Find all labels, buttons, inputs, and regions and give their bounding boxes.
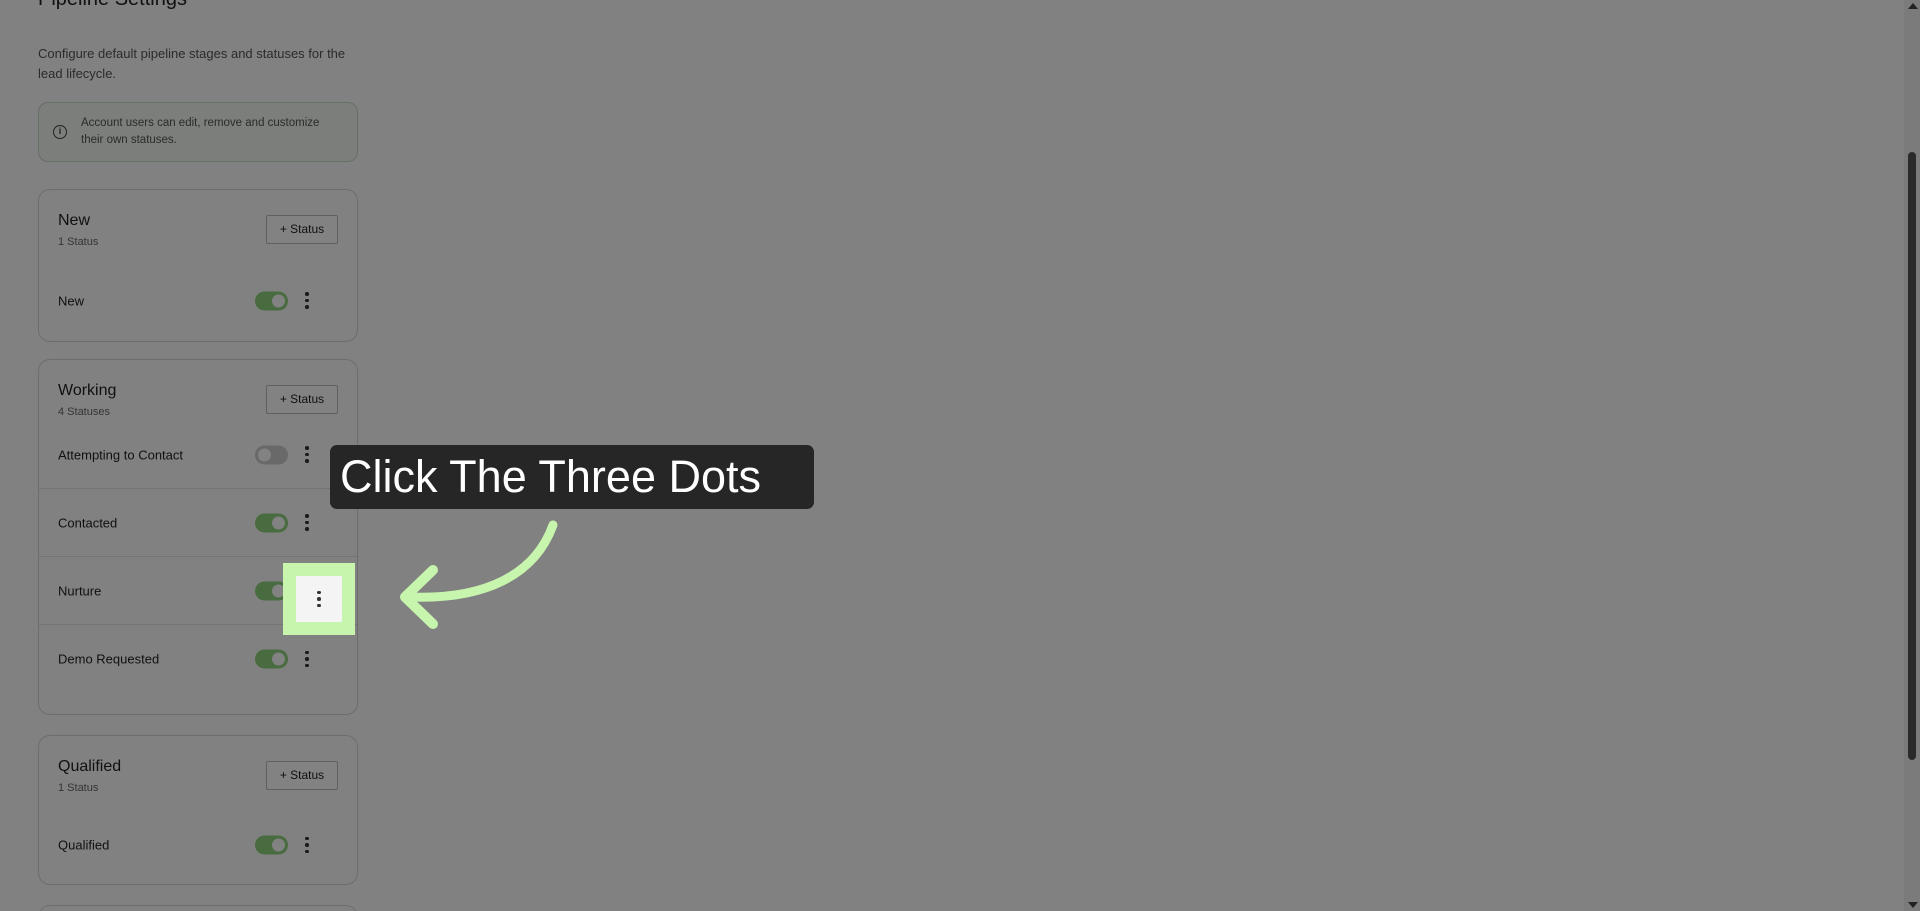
- scroll-down-arrow-icon[interactable]: [1908, 902, 1918, 908]
- highlighted-more-options-icon[interactable]: [283, 563, 355, 635]
- tutorial-callout: Click The Three Dots: [330, 445, 814, 509]
- tutorial-overlay: [0, 0, 1904, 911]
- vertical-scrollbar[interactable]: [1904, 0, 1920, 911]
- scroll-up-arrow-icon[interactable]: [1908, 3, 1918, 9]
- pointer-arrow-icon: [400, 520, 558, 629]
- scroll-thumb[interactable]: [1908, 152, 1916, 760]
